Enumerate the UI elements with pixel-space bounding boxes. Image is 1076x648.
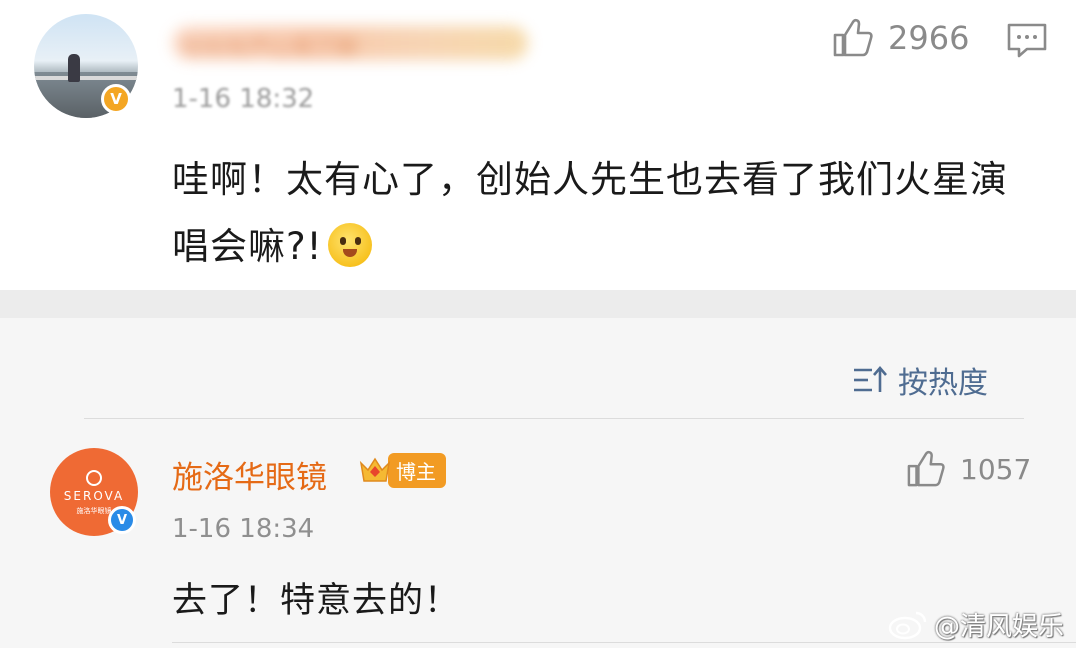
- section-divider: [0, 290, 1076, 318]
- crying-laugh-emoji-icon: [328, 222, 373, 267]
- comment-timestamp: 1-16 18:32: [172, 84, 315, 114]
- username-text: 知知有芦心有了解: [182, 36, 359, 61]
- like-count: 2966: [888, 19, 970, 57]
- like-button[interactable]: 2966: [832, 18, 969, 58]
- avatar-logo-text: SEROVA: [63, 489, 125, 503]
- verified-badge-icon: V: [108, 506, 136, 534]
- sort-icon: [854, 366, 887, 392]
- sort-label: 按热度: [898, 366, 988, 401]
- blogger-badge-label: 博主: [388, 452, 446, 488]
- reply-like-button[interactable]: 1057: [906, 450, 1031, 488]
- verified-badge-icon: V: [101, 84, 131, 114]
- reply-like-count: 1057: [960, 452, 1032, 486]
- weibo-logo-icon: [888, 611, 927, 639]
- blogger-badge: 博主: [358, 452, 446, 488]
- comment-text-content: 哇啊！太有心了，创始人先生也去看了我们火星演唱会嘛?!: [172, 158, 1008, 268]
- watermark: @清风娱乐: [888, 606, 1064, 643]
- thumbs-up-icon: [833, 18, 873, 57]
- avatar-photo-person: [68, 54, 80, 82]
- thumbs-up-icon: [907, 450, 945, 487]
- reply-username-link[interactable]: 施洛华眼镜: [172, 452, 327, 497]
- sort-by-hot-button[interactable]: 按热度: [852, 358, 988, 402]
- comment-icon[interactable]: [1006, 22, 1048, 58]
- reply-timestamp: 1-16 18:34: [172, 514, 315, 544]
- avatar-photo-rail: [34, 76, 138, 80]
- username-link[interactable]: 知知有芦心有了解: [172, 26, 528, 61]
- divider-line: [84, 418, 1024, 419]
- reply-text: 去了！特意去的！: [172, 581, 461, 621]
- serova-logo-icon: [86, 470, 102, 486]
- comment-text: 哇啊！太有心了，创始人先生也去看了我们火星演唱会嘛?!: [172, 146, 1042, 280]
- watermark-text: @清风娱乐: [934, 612, 1065, 642]
- crown-icon: [359, 457, 391, 482]
